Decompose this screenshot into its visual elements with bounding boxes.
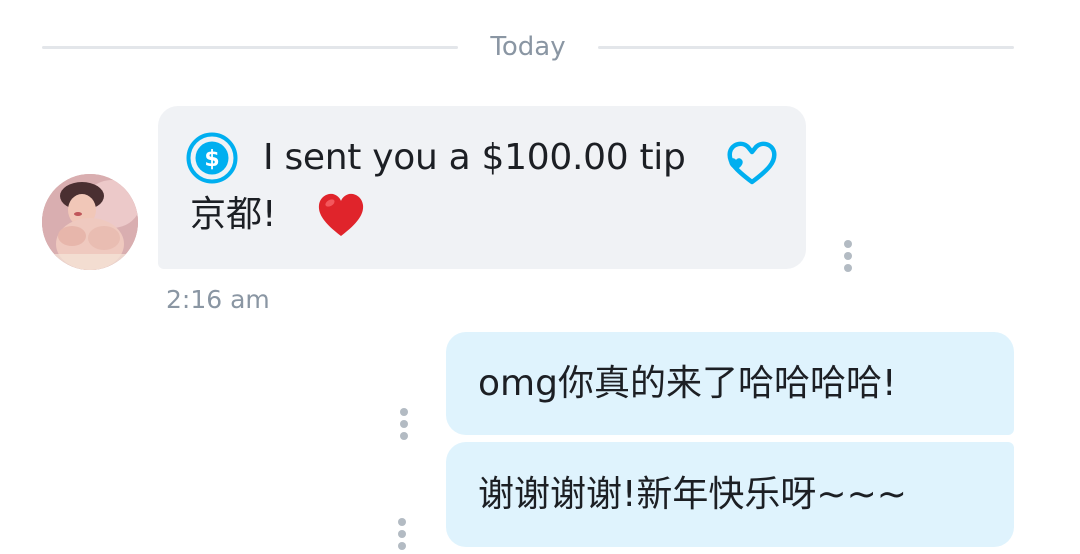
heart-outline-icon xyxy=(727,141,777,185)
kebab-dot xyxy=(398,542,406,550)
message-timestamp: 2:16 am xyxy=(166,285,270,314)
avatar-image xyxy=(42,174,138,270)
outgoing-message-menu-button[interactable] xyxy=(396,408,412,444)
svg-text:$: $ xyxy=(204,147,219,172)
outgoing-message-menu-button[interactable] xyxy=(394,518,410,554)
date-divider-label: Today xyxy=(490,32,566,62)
kebab-dot xyxy=(398,530,406,538)
outgoing-message-bubble[interactable]: 谢谢谢谢!新年快乐呀~~~ xyxy=(446,442,1014,547)
kebab-dot xyxy=(844,240,852,248)
kebab-dot xyxy=(400,420,408,428)
kebab-dot xyxy=(400,408,408,416)
kebab-dot xyxy=(844,252,852,260)
date-divider-line-right xyxy=(598,46,1014,49)
kebab-dot xyxy=(400,432,408,440)
outgoing-message-text: omg你真的来了哈哈哈哈! xyxy=(478,363,897,404)
tip-message-text: 京都! xyxy=(190,194,277,235)
kebab-dot xyxy=(844,264,852,272)
red-heart-emoji xyxy=(318,193,364,236)
tip-message-bubble[interactable]: $ I sent you a $100.00 tip 京都! xyxy=(158,106,806,269)
avatar[interactable] xyxy=(42,174,138,270)
dollar-circle-icon: $ xyxy=(186,132,238,184)
outgoing-message-text: 谢谢谢谢!新年快乐呀~~~ xyxy=(478,474,907,515)
outgoing-message-bubble[interactable]: omg你真的来了哈哈哈哈! xyxy=(446,332,1014,435)
date-divider-line-left xyxy=(42,46,458,49)
kebab-dot xyxy=(398,518,406,526)
tip-message-menu-button[interactable] xyxy=(840,240,856,276)
tip-amount-label: I sent you a $100.00 tip xyxy=(263,137,686,178)
